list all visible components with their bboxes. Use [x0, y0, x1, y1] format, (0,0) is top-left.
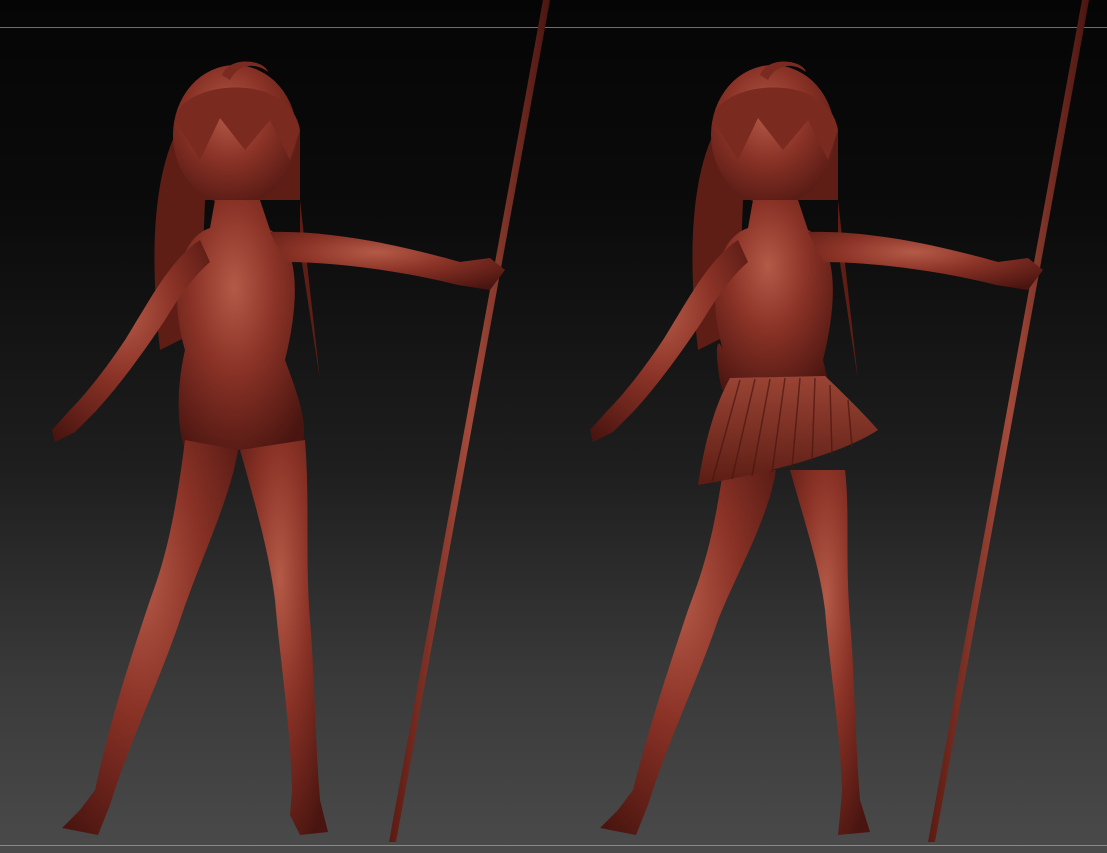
leg-right	[240, 440, 328, 835]
staff-prop	[389, 0, 550, 842]
figure-base[interactable]	[52, 0, 550, 842]
sculpt-render	[52, 0, 1089, 842]
figure-skirt[interactable]	[590, 0, 1089, 842]
leg-left	[600, 470, 776, 835]
leg-right	[790, 470, 870, 835]
zbrush-viewport[interactable]	[0, 0, 1107, 853]
staff-prop	[928, 0, 1089, 842]
leg-left	[62, 440, 238, 835]
